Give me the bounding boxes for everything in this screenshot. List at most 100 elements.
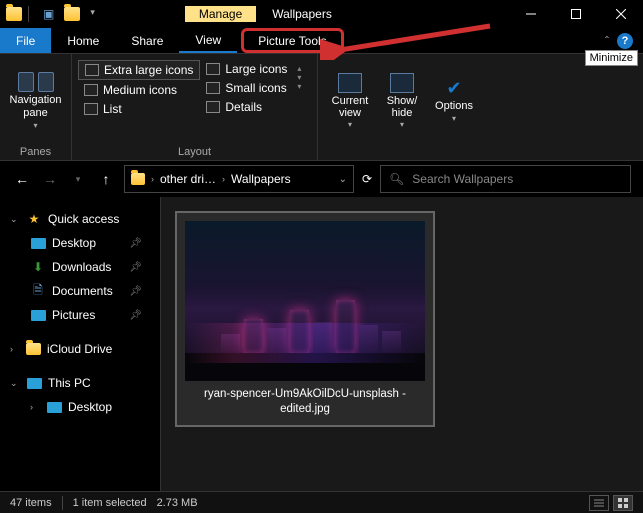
ribbon-tabs: File Home Share View Picture Tools ˆ ? <box>0 28 643 53</box>
help-icon[interactable]: ? <box>617 33 633 49</box>
options-button[interactable]: ✔ Options ▾ <box>428 58 480 144</box>
layout-label: List <box>103 102 122 116</box>
tree-label: Downloads <box>52 260 111 274</box>
address-bar[interactable]: › other dri… › Wallpapers ⌄ <box>124 165 354 193</box>
tree-this-pc[interactable]: ⌄ This PC <box>0 371 160 395</box>
current-view-label: Current view <box>324 95 376 119</box>
breadcrumb-level2[interactable]: Wallpapers <box>231 172 291 186</box>
details-view-button[interactable] <box>589 495 609 511</box>
expand-icon[interactable]: › <box>30 402 40 412</box>
window-controls <box>508 0 643 28</box>
folder-icon <box>26 343 41 355</box>
this-pc-icon <box>26 376 42 390</box>
qat-dropdown-icon[interactable]: ▾ <box>90 7 95 21</box>
status-selection: 1 item selected <box>73 497 147 509</box>
layout-more-icon[interactable]: ▾ <box>297 82 301 91</box>
group-label-empty <box>324 144 480 158</box>
view-mode-toggle <box>589 495 633 511</box>
thumbnails-view-button[interactable] <box>613 495 633 511</box>
details-view-icon <box>594 498 604 508</box>
tree-quick-access[interactable]: ⌄ ★ Quick access <box>0 207 160 231</box>
chevron-down-icon: ▾ <box>400 121 404 130</box>
qat-properties-icon[interactable]: ▣ <box>43 7 54 21</box>
refresh-button[interactable]: ⟳ <box>362 172 372 186</box>
tab-file[interactable]: File <box>0 28 51 53</box>
breadcrumb-level1[interactable]: other dri… <box>160 172 216 186</box>
tab-picture-tools[interactable]: Picture Tools <box>241 28 343 53</box>
chevron-down-icon: ▾ <box>33 121 37 130</box>
address-dropdown-icon[interactable]: ⌄ <box>339 174 347 185</box>
navigation-pane-button[interactable]: Navigation pane ▾ <box>6 58 65 144</box>
search-placeholder: Search Wallpapers <box>412 172 513 186</box>
tree-label: Desktop <box>52 236 96 250</box>
tree-downloads[interactable]: ⬇ Downloads 📌︎ <box>0 255 160 279</box>
desktop-icon <box>30 236 46 250</box>
collapse-ribbon-icon[interactable]: ˆ <box>605 34 609 48</box>
layout-details[interactable]: Details <box>200 98 293 116</box>
tree-icloud-drive[interactable]: › iCloud Drive <box>0 337 160 361</box>
chevron-right-icon[interactable]: › <box>222 174 225 184</box>
show-hide-button[interactable]: Show/ hide ▾ <box>376 58 428 144</box>
chevron-right-icon[interactable]: › <box>151 174 154 184</box>
maximize-button[interactable] <box>553 0 598 28</box>
tree-desktop-pc[interactable]: › Desktop <box>0 395 160 419</box>
minimize-button[interactable] <box>508 0 553 28</box>
status-bar: 47 items 1 item selected 2.73 MB <box>0 491 643 513</box>
layout-scroll-up-icon[interactable]: ▴ <box>297 64 301 73</box>
documents-icon: 🗎 <box>30 284 46 298</box>
options-label: Options <box>435 100 473 112</box>
expand-icon[interactable]: ⌄ <box>10 378 20 389</box>
thumbnail-image <box>185 221 425 381</box>
layout-extra-large-icons[interactable]: Extra large icons <box>78 60 200 80</box>
back-button[interactable]: ← <box>12 171 32 187</box>
expand-icon[interactable]: ⌄ <box>10 214 20 225</box>
tab-home[interactable]: Home <box>51 28 115 53</box>
layout-label: Small icons <box>225 81 286 95</box>
layout-label: Details <box>225 100 262 114</box>
navigation-pane-label: Navigation pane <box>6 94 65 118</box>
contextual-tab-header: Manage <box>185 6 256 22</box>
layout-medium-icons[interactable]: Medium icons <box>78 81 200 99</box>
title-bar-left: ▣ ▾ <box>0 6 95 22</box>
up-button[interactable]: ↑ <box>96 171 116 187</box>
show-hide-icon <box>390 73 414 93</box>
tree-label: Quick access <box>48 212 119 226</box>
close-button[interactable] <box>598 0 643 28</box>
ribbon-group-views: Current view ▾ Show/ hide ▾ ✔ Options ▾ <box>318 54 486 160</box>
large-icons-icon <box>206 63 220 75</box>
close-icon <box>616 9 626 19</box>
tree-documents[interactable]: 🗎 Documents 📌︎ <box>0 279 160 303</box>
app-folder-icon <box>6 7 22 21</box>
layout-small-icons[interactable]: Small icons <box>200 79 293 97</box>
window-title: Wallpapers <box>272 7 332 21</box>
tab-view[interactable]: View <box>179 28 237 53</box>
search-box[interactable]: 🔍︎ Search Wallpapers <box>380 165 631 193</box>
forward-button[interactable]: → <box>40 171 60 187</box>
ribbon-group-panes: Navigation pane ▾ Panes <box>0 54 72 160</box>
maximize-icon <box>571 9 581 19</box>
qat-new-folder-icon[interactable] <box>64 7 80 21</box>
expand-icon[interactable]: › <box>10 344 20 354</box>
file-thumbnail[interactable]: ryan-spencer-Um9AkOilDcU-unsplash - edit… <box>175 211 435 427</box>
show-hide-label: Show/ hide <box>376 95 428 119</box>
content-pane[interactable]: ryan-spencer-Um9AkOilDcU-unsplash - edit… <box>160 197 643 491</box>
layout-large-icons[interactable]: Large icons <box>200 60 293 78</box>
address-folder-icon <box>131 173 145 185</box>
layout-list[interactable]: List <box>78 100 200 118</box>
chevron-down-icon: ▾ <box>452 115 456 124</box>
extra-large-icons-icon <box>85 64 99 76</box>
current-view-button[interactable]: Current view ▾ <box>324 58 376 144</box>
tab-share[interactable]: Share <box>115 28 179 53</box>
medium-icons-icon <box>84 84 98 96</box>
pictures-icon <box>30 308 46 322</box>
navigation-tree: ⌄ ★ Quick access Desktop 📌︎ ⬇ Downloads … <box>0 197 160 491</box>
tree-pictures[interactable]: Pictures 📌︎ <box>0 303 160 327</box>
history-dropdown-icon[interactable]: ▾ <box>68 174 88 185</box>
tree-desktop[interactable]: Desktop 📌︎ <box>0 231 160 255</box>
layout-scroll-down-icon[interactable]: ▾ <box>297 73 301 82</box>
tree-label: Desktop <box>68 400 112 414</box>
thumbnails-view-icon <box>618 498 628 508</box>
tree-label: Pictures <box>52 308 95 322</box>
pin-icon: 📌︎ <box>129 310 142 321</box>
downloads-icon: ⬇ <box>30 260 46 274</box>
